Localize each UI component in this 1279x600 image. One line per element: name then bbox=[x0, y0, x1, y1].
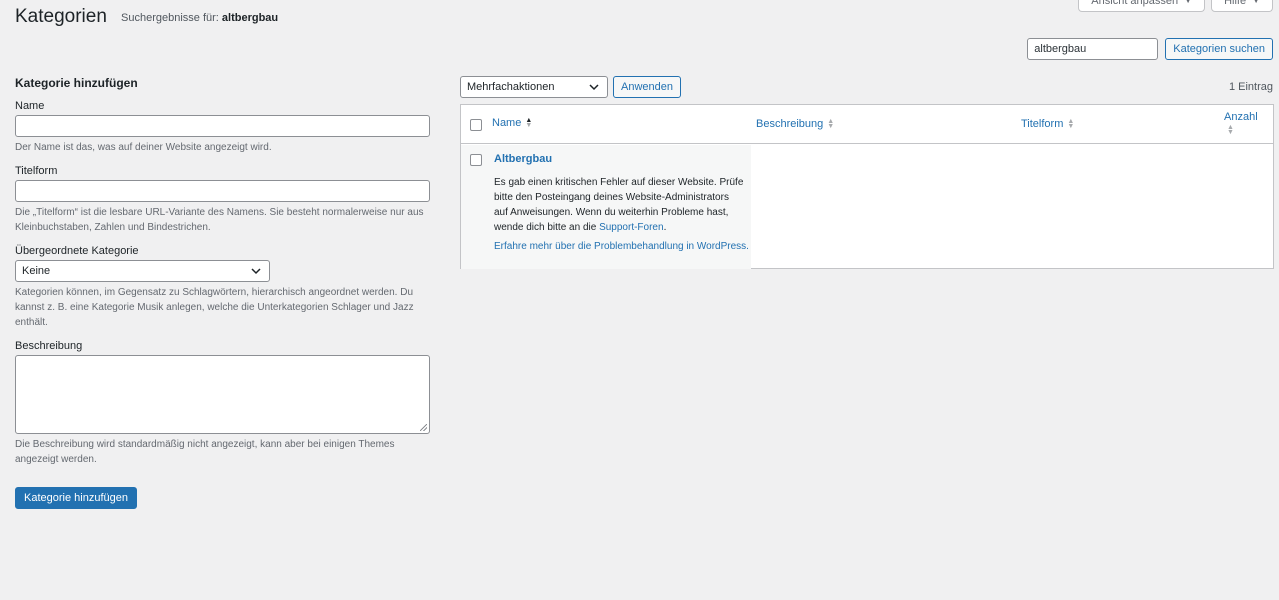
parent-help: Kategorien können, im Gegensatz zu Schla… bbox=[15, 287, 414, 328]
description-textarea[interactable] bbox=[15, 355, 430, 434]
slug-input[interactable] bbox=[15, 180, 430, 202]
row-checkbox[interactable] bbox=[470, 154, 482, 166]
sort-icon: ▲ ▼ bbox=[1227, 124, 1234, 136]
description-label: Beschreibung bbox=[15, 340, 83, 352]
col-slug-header[interactable]: Titelform ▲ ▼ bbox=[1021, 118, 1074, 130]
col-count-label: Anzahl bbox=[1224, 111, 1258, 123]
caret-down-icon: ▼ bbox=[1252, 0, 1260, 5]
bulk-actions-bar: Mehrfachaktionen Anwenden bbox=[460, 76, 681, 98]
add-category-form: Kategorie hinzufügen Name Der Name ist d… bbox=[15, 76, 431, 509]
name-input[interactable] bbox=[15, 115, 430, 137]
help-button[interactable]: Hilfe ▼ bbox=[1211, 0, 1273, 12]
sort-icon: ▲ ▼ bbox=[827, 118, 835, 130]
col-count-header[interactable]: Anzahl ▲ ▼ bbox=[1224, 111, 1258, 136]
categories-table: Name ▲ ▼ Beschreibung ▲ ▼ Titelform ▲ ▼ Anz… bbox=[460, 104, 1274, 269]
subtitle-query: altbergbau bbox=[221, 12, 279, 24]
screen-options-button[interactable]: Ansicht anpassen ▼ bbox=[1078, 0, 1206, 12]
slug-field-group: Titelform Die „Titelform“ ist die lesbar… bbox=[15, 165, 431, 235]
help-label: Hilfe bbox=[1224, 0, 1247, 7]
bulk-selected-value: Mehrfachaktionen bbox=[467, 81, 555, 93]
search-categories-button[interactable]: Kategorien suchen bbox=[1165, 38, 1273, 60]
select-all-checkbox[interactable] bbox=[470, 119, 482, 131]
name-label: Name bbox=[15, 100, 45, 112]
col-description-header[interactable]: Beschreibung ▲ ▼ bbox=[756, 118, 834, 130]
support-forums-link[interactable]: Support-Foren bbox=[599, 222, 663, 233]
slug-label: Titelform bbox=[15, 165, 58, 177]
troubleshooting-link[interactable]: Erfahre mehr über die Problembehandlung … bbox=[494, 241, 749, 252]
caret-down-icon: ▼ bbox=[1184, 0, 1193, 5]
screen-options-label: Ansicht anpassen bbox=[1091, 0, 1179, 7]
screen-meta-links: Ansicht anpassen ▼ Hilfe ▼ bbox=[1078, 0, 1273, 12]
form-heading: Kategorie hinzufügen bbox=[15, 76, 138, 90]
page-title: Kategorien bbox=[15, 6, 107, 27]
col-slug-label: Titelform bbox=[1021, 118, 1064, 130]
col-description-label: Beschreibung bbox=[756, 118, 824, 130]
row-help: Erfahre mehr über die Problembehandlung … bbox=[494, 241, 749, 252]
table-row: Altbergbau Es gab einen kritischen Fehle… bbox=[461, 145, 751, 269]
parent-category-select[interactable]: Keine bbox=[15, 260, 270, 282]
description-help: Die Beschreibung wird standardmäßig nich… bbox=[15, 439, 395, 465]
parent-field-group: Übergeordnete Kategorie Keine Kategorien… bbox=[15, 245, 431, 330]
name-field-group: Name Der Name ist das, was auf deiner We… bbox=[15, 100, 431, 155]
apply-button[interactable]: Anwenden bbox=[613, 76, 681, 98]
sort-icon: ▲ ▼ bbox=[1067, 118, 1075, 130]
bulk-actions-select[interactable]: Mehrfachaktionen bbox=[460, 76, 608, 98]
name-help: Der Name ist das, was auf deiner Website… bbox=[15, 142, 272, 153]
slug-help: Die „Titelform“ ist die lesbare URL-Vari… bbox=[15, 207, 424, 233]
parent-selected-value: Keine bbox=[22, 265, 51, 277]
row-error-message: Es gab einen kritischen Fehler auf diese… bbox=[494, 175, 744, 235]
resize-handle-icon[interactable] bbox=[420, 424, 427, 431]
search-subtitle: Suchergebnisse für: altbergbau bbox=[121, 12, 278, 24]
item-count: 1 Eintrag bbox=[1228, 81, 1273, 93]
row-name-link[interactable]: Altbergbau bbox=[494, 153, 552, 165]
chevron-down-icon bbox=[251, 268, 261, 275]
chevron-down-icon bbox=[589, 84, 599, 91]
error-end: . bbox=[663, 222, 667, 233]
table-header: Name ▲ ▼ Beschreibung ▲ ▼ Titelform ▲ ▼ Anz… bbox=[461, 105, 1273, 144]
subtitle-prefix: Suchergebnisse für: bbox=[121, 12, 222, 24]
col-name-label: Name bbox=[492, 117, 522, 129]
search-box: Kategorien suchen bbox=[1027, 38, 1273, 60]
sort-icon: ▲ ▼ bbox=[525, 117, 533, 129]
col-name-header[interactable]: Name ▲ ▼ bbox=[492, 117, 532, 129]
add-category-button[interactable]: Kategorie hinzufügen bbox=[15, 487, 137, 509]
description-field-group: Beschreibung Die Beschreibung wird stand… bbox=[15, 340, 431, 467]
search-input[interactable] bbox=[1027, 38, 1159, 60]
parent-label: Übergeordnete Kategorie bbox=[15, 245, 139, 257]
